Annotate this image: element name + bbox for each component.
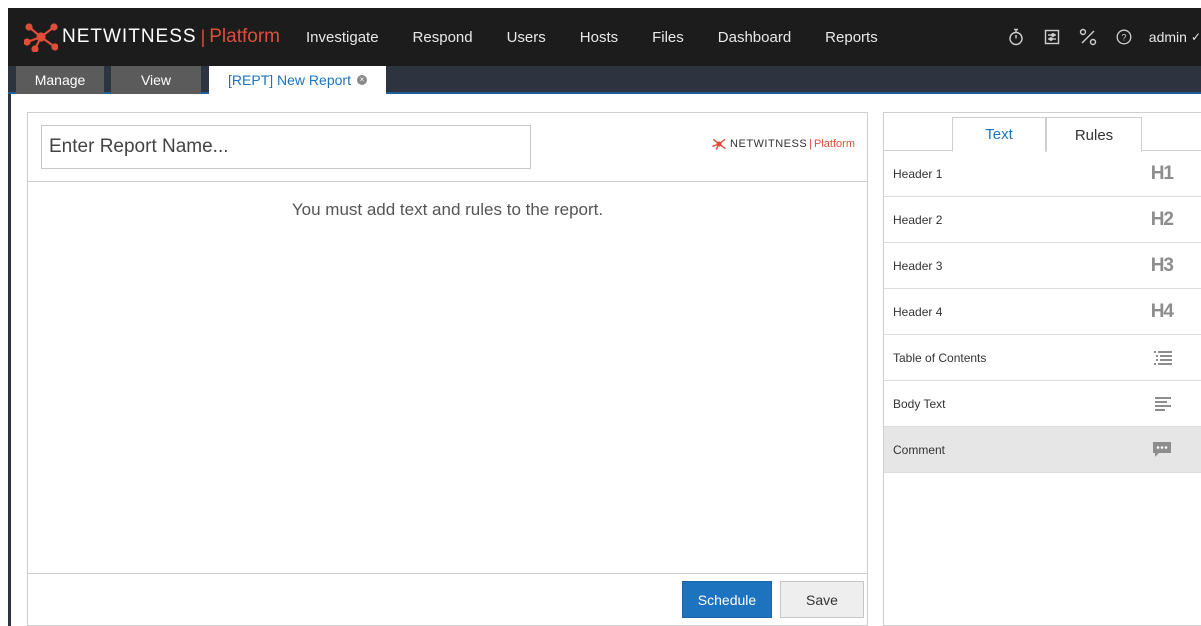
body-text-icon bbox=[1155, 396, 1171, 411]
netwitness-logo[interactable]: NETWITNESS | Platform bbox=[24, 22, 280, 52]
brand-name: NETWITNESS bbox=[62, 26, 197, 47]
tab-view[interactable]: View bbox=[111, 66, 201, 94]
tab-new-report-label: [REPT] New Report bbox=[228, 72, 351, 88]
toolbar-right: ? admin ✓ bbox=[1005, 8, 1201, 66]
nav-reports[interactable]: Reports bbox=[825, 29, 878, 46]
netwitness-logo-mark-icon bbox=[712, 138, 726, 150]
tools-icon[interactable] bbox=[1077, 26, 1099, 48]
report-logo: NETWITNESS | Platform bbox=[711, 137, 855, 151]
palette-item-label: Header 4 bbox=[893, 304, 943, 319]
palette-item-label: Comment bbox=[893, 442, 946, 457]
user-name: admin bbox=[1148, 29, 1187, 45]
tab-manage[interactable]: Manage bbox=[16, 66, 104, 94]
left-edge-bar bbox=[8, 94, 11, 626]
header-3-icon: H3 bbox=[1150, 254, 1174, 276]
jobs-icon[interactable] bbox=[1041, 26, 1063, 48]
palette-item-header-1[interactable]: Header 1 H1 bbox=[884, 151, 1201, 197]
close-tab-icon[interactable]: × bbox=[356, 75, 367, 85]
toc-icon bbox=[1154, 350, 1172, 365]
tab-text[interactable]: Text bbox=[952, 117, 1046, 152]
palette-item-comment[interactable]: Comment bbox=[884, 427, 1201, 473]
timer-icon[interactable] bbox=[1005, 26, 1027, 48]
palette-item-table-of-contents[interactable]: Table of Contents bbox=[884, 335, 1201, 381]
help-icon[interactable]: ? bbox=[1113, 26, 1135, 48]
tab-view-label: View bbox=[140, 72, 172, 88]
palette-item-label: Header 3 bbox=[893, 258, 943, 273]
palette-item-header-2[interactable]: Header 2 H2 bbox=[884, 197, 1201, 243]
report-logo-product: Platform bbox=[814, 138, 855, 150]
empty-report-message: You must add text and rules to the repor… bbox=[291, 200, 604, 219]
tab-strip: Manage View [REPT] New Report × bbox=[8, 66, 1201, 94]
save-button[interactable]: Save bbox=[780, 581, 864, 618]
report-footer: Schedule Save bbox=[28, 573, 867, 625]
palette-item-header-3[interactable]: Header 3 H3 bbox=[884, 243, 1201, 289]
palette-tabs: Text Rules bbox=[884, 113, 1201, 152]
tab-manage-label: Manage bbox=[34, 72, 86, 88]
header-4-icon: H4 bbox=[1150, 300, 1174, 322]
palette-item-header-4[interactable]: Header 4 H4 bbox=[884, 289, 1201, 335]
user-menu[interactable]: admin ✓ bbox=[1149, 29, 1201, 45]
palette-item-label: Header 2 bbox=[893, 212, 943, 227]
schedule-button[interactable]: Schedule bbox=[682, 581, 772, 618]
nav-users[interactable]: Users bbox=[507, 29, 546, 46]
palette-item-label: Table of Contents bbox=[893, 350, 987, 365]
report-header: NETWITNESS | Platform bbox=[28, 113, 867, 182]
report-editor-panel: NETWITNESS | Platform You must add text … bbox=[27, 112, 868, 626]
report-canvas[interactable]: You must add text and rules to the repor… bbox=[28, 182, 867, 574]
report-logo-brand: NETWITNESS bbox=[730, 138, 808, 150]
nav-investigate[interactable]: Investigate bbox=[306, 29, 379, 46]
header-2-icon: H2 bbox=[1150, 208, 1174, 230]
nav-files[interactable]: Files bbox=[652, 29, 684, 46]
brand-separator: | bbox=[200, 26, 206, 47]
brand-product: Platform bbox=[209, 26, 280, 47]
element-palette: Text Rules Header 1 H1 Header 2 H2 Heade… bbox=[883, 112, 1201, 626]
palette-item-body-text[interactable]: Body Text bbox=[884, 381, 1201, 427]
tab-rules[interactable]: Rules bbox=[1046, 117, 1142, 152]
nav-respond[interactable]: Respond bbox=[413, 29, 473, 46]
report-name-input[interactable] bbox=[41, 125, 531, 169]
chevron-down-icon: ✓ bbox=[1190, 30, 1201, 44]
nav-dashboard[interactable]: Dashboard bbox=[718, 29, 791, 46]
palette-item-label: Body Text bbox=[893, 396, 946, 411]
tab-new-report[interactable]: [REPT] New Report × bbox=[209, 66, 386, 94]
netwitness-logo-mark-icon bbox=[24, 23, 58, 52]
top-navigation-bar: NETWITNESS | Platform Investigate Respon… bbox=[8, 8, 1201, 66]
svg-text:?: ? bbox=[1121, 33, 1126, 43]
palette-item-label: Header 1 bbox=[893, 166, 943, 181]
comment-icon bbox=[1153, 441, 1171, 457]
main-nav: Investigate Respond Users Hosts Files Da… bbox=[306, 29, 912, 46]
header-1-icon: H1 bbox=[1150, 162, 1174, 184]
nav-hosts[interactable]: Hosts bbox=[580, 29, 618, 46]
report-logo-separator: | bbox=[809, 138, 813, 150]
